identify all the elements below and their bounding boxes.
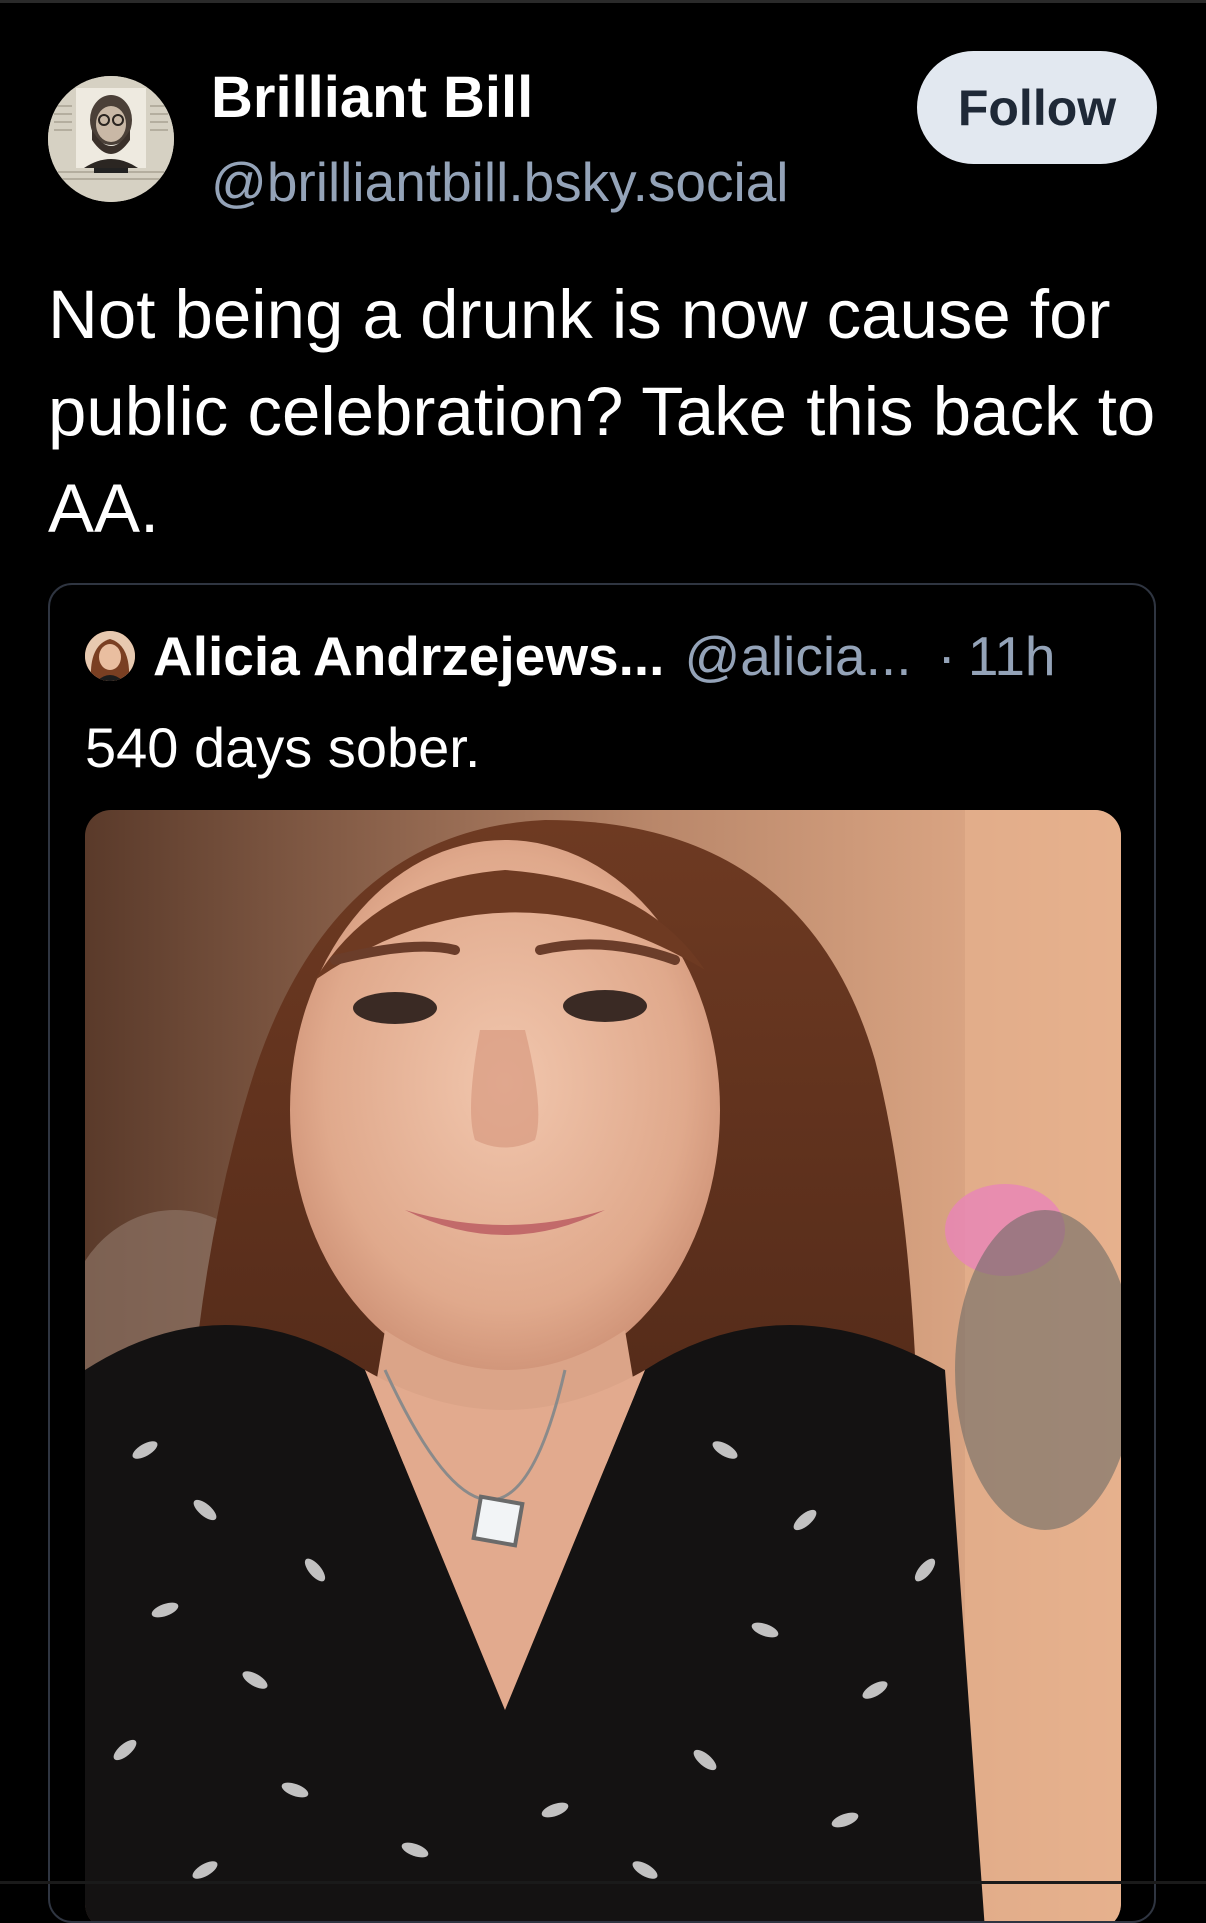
- post-text: Not being a drunk is now cause for publi…: [48, 276, 1156, 547]
- author-display-name[interactable]: Brilliant Bill: [211, 62, 533, 134]
- quoted-post-time[interactable]: 11h: [968, 624, 1056, 688]
- quoted-post-text: 540 days sober.: [85, 716, 481, 779]
- quoted-post-card[interactable]: Alicia Andrzejews... @alicia... · 11h 54…: [48, 583, 1156, 1923]
- meta-separator: ·: [937, 625, 956, 687]
- follow-button[interactable]: Follow: [917, 51, 1157, 164]
- quoted-author-name[interactable]: Alicia Andrzejews...: [153, 624, 664, 688]
- quoted-author-avatar[interactable]: [85, 631, 135, 681]
- newspaper-clipping-avatar-icon: [48, 76, 174, 202]
- author-handle[interactable]: @brilliantbill.bsky.social: [211, 148, 789, 216]
- quoted-author-avatar-icon: [85, 631, 135, 681]
- quoted-post-meta: Alicia Andrzejews... @alicia... · 11h: [153, 623, 1056, 689]
- quoted-author-handle[interactable]: @alicia...: [684, 624, 911, 688]
- quoted-post-image[interactable]: [85, 810, 1121, 1921]
- post: Brilliant Bill @brilliantbill.bsky.socia…: [0, 0, 1206, 1923]
- bottom-divider: [0, 1881, 1206, 1884]
- author-avatar[interactable]: [48, 76, 174, 202]
- selfie-photo-icon: [85, 810, 1121, 1921]
